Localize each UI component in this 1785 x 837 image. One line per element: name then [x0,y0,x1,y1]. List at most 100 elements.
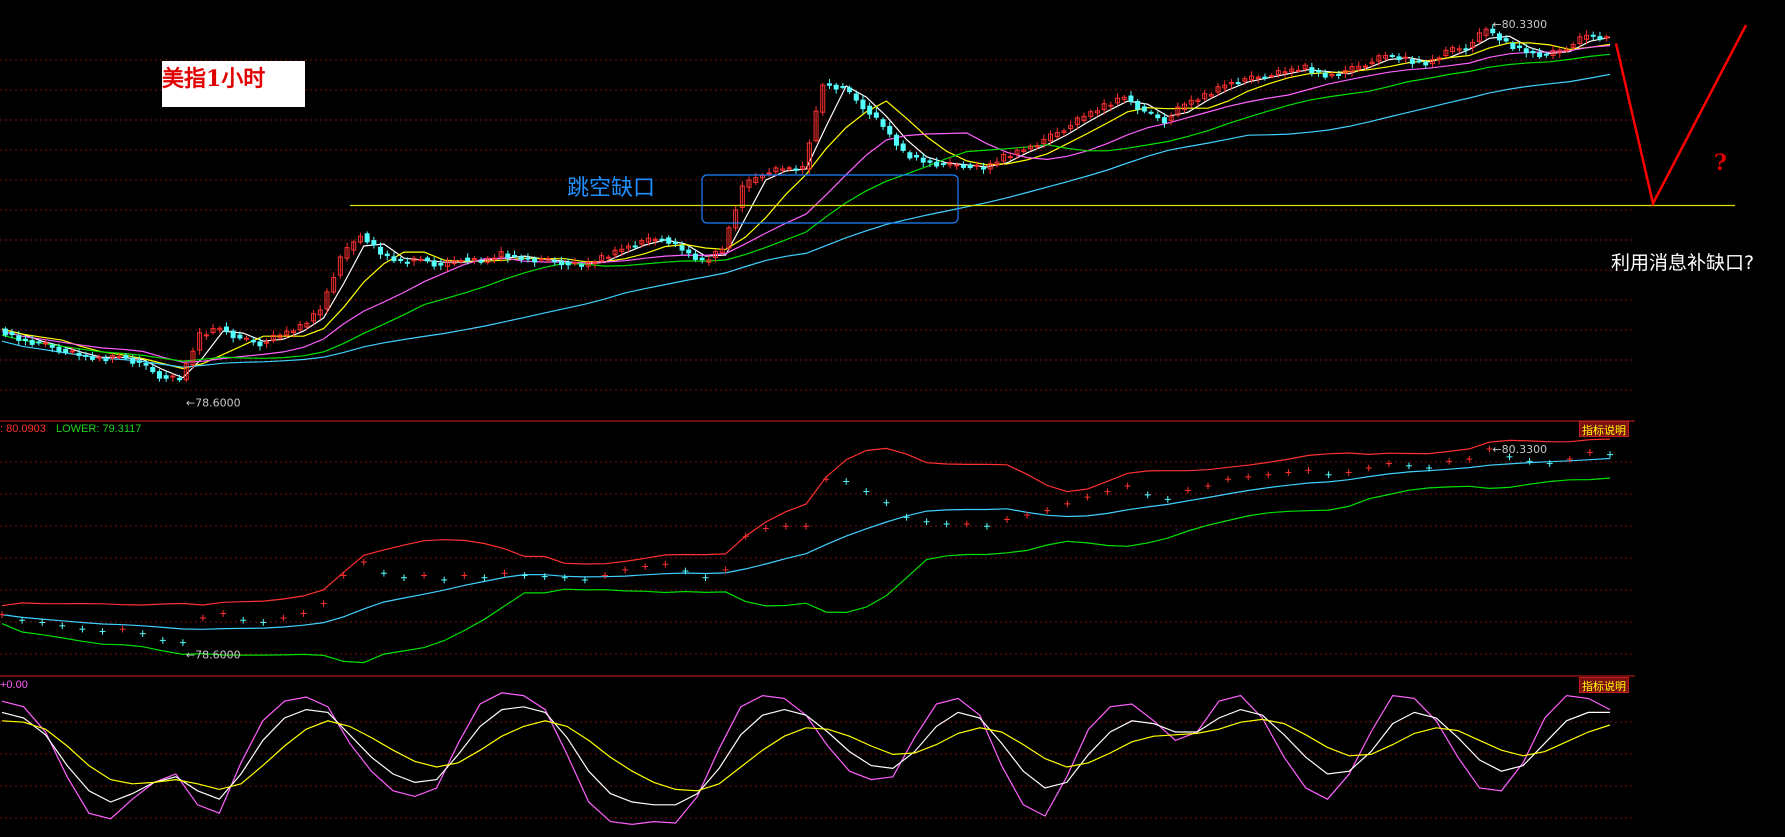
candle-body [826,83,832,86]
candle-body [458,260,464,263]
kdj-indicator-info-button[interactable]: 指标说明 [1579,677,1629,693]
candle-body [16,335,22,341]
candle-body [384,253,390,257]
candle-body [1416,60,1422,63]
candle-body [518,256,524,260]
candle-body [1295,69,1301,72]
candle-body [532,258,538,263]
candle-body [1269,75,1275,78]
ma60-line [1,73,1611,368]
candle-body [1322,72,1328,78]
candle-body [833,84,839,90]
candle-body [1007,156,1013,159]
kdj-d-line [1,718,1611,792]
candle-body [1155,114,1161,119]
candle-body [22,338,28,342]
candle-body [505,253,511,259]
candle-body [1316,69,1322,73]
candle-body [223,326,229,332]
candle-body [1336,73,1342,77]
boll-upper-label: : 80.0903 [0,423,46,435]
candle-body [766,172,772,175]
candle-body [867,105,873,115]
candle-body [1503,38,1509,42]
candle-body [679,245,685,251]
candle-body [525,257,531,260]
boll-indicator-info-button[interactable]: 指标说明 [1579,421,1629,437]
boll-lower-label: LOWER: 79.3117 [56,423,142,435]
candle-body [378,246,384,255]
candle-body [29,340,35,345]
candle-body [1148,111,1154,114]
candle-body [418,258,424,261]
candle-body [1597,36,1603,40]
candle-body [1161,117,1167,124]
candle-body [177,377,183,381]
candle-body [398,259,404,262]
candle-body [56,346,62,353]
candle-body [103,358,109,362]
gap-annotation: 跳空缺口 [567,176,656,201]
candle-body [83,354,89,357]
candle-body [371,240,377,246]
candle-body [632,245,638,248]
candle-body [49,344,55,348]
candle-body [69,350,75,353]
question-mark: ? [1714,150,1727,176]
boll-high-label: ←80.3300 [1492,443,1547,456]
candle-body [1409,59,1415,64]
candle-body [2,328,8,336]
candle-body [250,340,256,343]
candle-body [478,260,484,263]
candle-body [981,167,987,170]
candle-body [1235,82,1241,85]
high-price-label: ←80.3300 [1492,18,1547,31]
candle-body [873,112,879,118]
candle-body [1517,45,1523,49]
candle-body [672,241,678,245]
candle-body [1389,55,1395,58]
candle-body [438,263,444,266]
candle-body [934,161,940,167]
boll-lower-line [1,477,1611,664]
candle-body [1463,48,1469,51]
candle-body [1034,145,1040,148]
candle-body [431,260,437,267]
candle-body [1496,33,1502,41]
candle-body [960,164,966,168]
candle-body [847,87,853,93]
candle-body [391,256,397,262]
candle-body [927,160,933,163]
candle-body [920,157,926,163]
candle-body [880,119,886,127]
candle-body [63,348,69,354]
candle-body [666,237,672,244]
candle-body [9,331,15,336]
candle-body [967,164,973,169]
candle-body [605,256,611,259]
candle-body [1141,106,1147,112]
candle-body [900,143,906,151]
candle-body [156,371,162,379]
candle-body [659,238,665,241]
candle-body [1135,100,1141,110]
candle-body [43,342,49,345]
candle-body [887,125,893,135]
candle-body [237,334,243,339]
low-price-label: ←78.6000 [186,397,241,410]
candle-body [36,341,42,344]
candle-body [853,93,859,101]
candle-body [1530,50,1536,54]
candle-body [1309,67,1315,74]
candle-body [512,254,518,257]
candle-body [404,261,410,264]
candle-body [686,249,692,254]
comment-annotation: 利用消息补缺口? [1611,252,1755,274]
candle-body [203,334,209,337]
boll-low-label: ←78.6000 [186,649,241,662]
candle-body [907,152,913,159]
kdj-value-label: +0.00 [0,679,28,691]
candle-body [116,356,122,359]
candle-body [860,99,866,110]
candle-body [1128,95,1134,102]
